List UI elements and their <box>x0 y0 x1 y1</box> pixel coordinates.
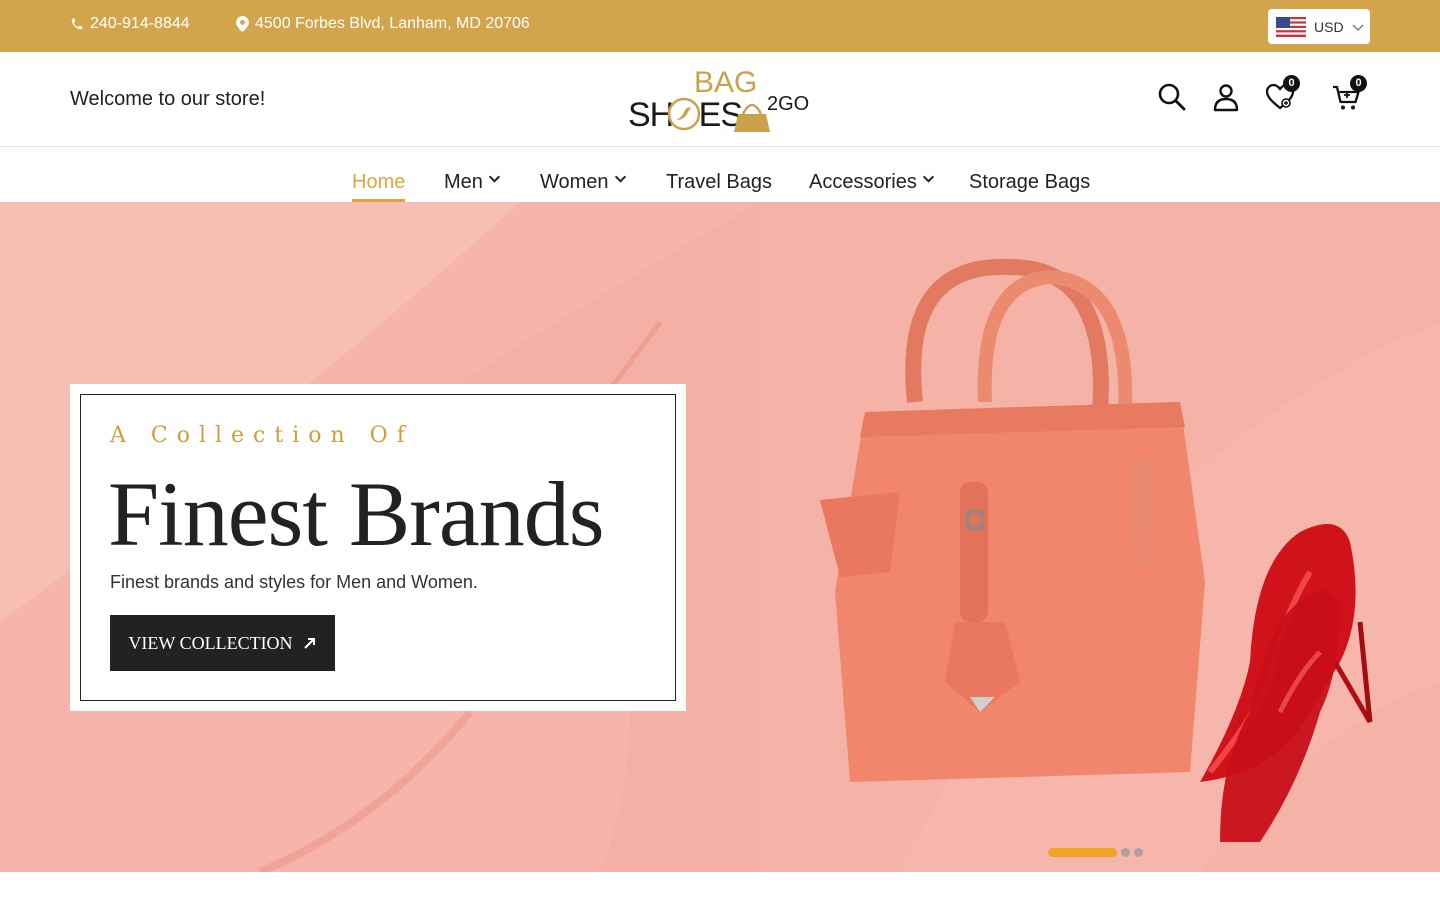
product-image <box>820 258 1373 842</box>
logo-2go-text: 2GO <box>767 93 809 115</box>
nav-label-women: Women <box>540 170 609 193</box>
store-address: 4500 Forbes Blvd, Lanham, MD 20706 <box>255 15 530 32</box>
site-header: Welcome to our store! BAG SHOES 2GO 0 0 <box>0 52 1440 147</box>
view-collection-button[interactable]: VIEW COLLECTION <box>110 615 335 671</box>
slide-dot-1[interactable] <box>1048 848 1117 857</box>
welcome-message: Welcome to our store! <box>70 88 266 110</box>
chevron-down-icon <box>488 175 500 183</box>
currency-selector[interactable]: USD <box>1268 9 1370 44</box>
cart-button[interactable]: 0 <box>1332 75 1367 114</box>
nav-item-travel-bags[interactable]: Travel Bags <box>666 162 772 202</box>
nav-item-home[interactable]: Home <box>352 162 406 202</box>
user-icon <box>1213 84 1239 112</box>
hero-text-frame: A Collection Of Finest Brands Finest bra… <box>80 394 676 701</box>
slide-dot-2[interactable] <box>1121 848 1130 857</box>
nav-label-storage-bags: Storage Bags <box>969 170 1091 193</box>
map-pin-icon <box>236 16 249 32</box>
red-heels-illustration <box>1200 524 1373 842</box>
logo-bag-text: BAG <box>694 66 757 99</box>
account-button[interactable] <box>1211 82 1241 114</box>
slider-pagination <box>1048 848 1143 857</box>
nav-label-travel-bags: Travel Bags <box>666 170 772 193</box>
hero-kicker: A Collection Of <box>110 423 414 448</box>
hero-subtext: Finest brands and styles for Men and Wom… <box>110 572 478 592</box>
nav-label-home: Home <box>352 170 406 193</box>
store-logo[interactable]: BAG SHOES 2GO <box>626 62 816 136</box>
chevron-down-icon <box>922 175 934 183</box>
wishlist-button[interactable]: 0 <box>1265 75 1300 114</box>
nav-item-storage-bags[interactable]: Storage Bags <box>969 162 1090 202</box>
hero-headline: Finest Brands <box>108 463 605 565</box>
nav-item-women[interactable]: Women <box>540 162 627 202</box>
phone-number: 240-914-8844 <box>90 15 190 32</box>
top-bar: 240-914-8844 4500 Forbes Blvd, Lanham, M… <box>0 0 1440 52</box>
hero-slider: A Collection Of Finest Brands Finest bra… <box>0 202 1440 872</box>
cart-count-badge: 0 <box>1350 75 1367 92</box>
phone-link[interactable]: 240-914-8844 <box>70 15 190 33</box>
chevron-down-icon <box>614 175 626 183</box>
wishlist-count-badge: 0 <box>1283 75 1300 92</box>
main-navigation: Home Men Women Travel Bags Accessories S… <box>0 148 1440 202</box>
hero-text-card: A Collection Of Finest Brands Finest bra… <box>70 384 686 711</box>
nav-label-men: Men <box>444 170 483 193</box>
nav-item-accessories[interactable]: Accessories <box>809 162 935 202</box>
slide-dot-3[interactable] <box>1134 848 1143 857</box>
us-flag-icon <box>1276 16 1306 37</box>
currency-code: USD <box>1314 18 1344 35</box>
address-link[interactable]: 4500 Forbes Blvd, Lanham, MD 20706 <box>236 15 530 33</box>
nav-item-men[interactable]: Men <box>444 162 501 202</box>
arrow-up-right-icon <box>303 638 315 649</box>
chevron-down-icon <box>1352 24 1364 31</box>
nav-label-accessories: Accessories <box>809 170 917 193</box>
search-button[interactable] <box>1157 82 1187 114</box>
phone-icon <box>70 17 84 31</box>
view-collection-label: VIEW COLLECTION <box>128 632 293 653</box>
logo-bag-icon <box>734 114 770 132</box>
search-icon <box>1158 83 1186 111</box>
handbag-illustration <box>820 258 1205 782</box>
